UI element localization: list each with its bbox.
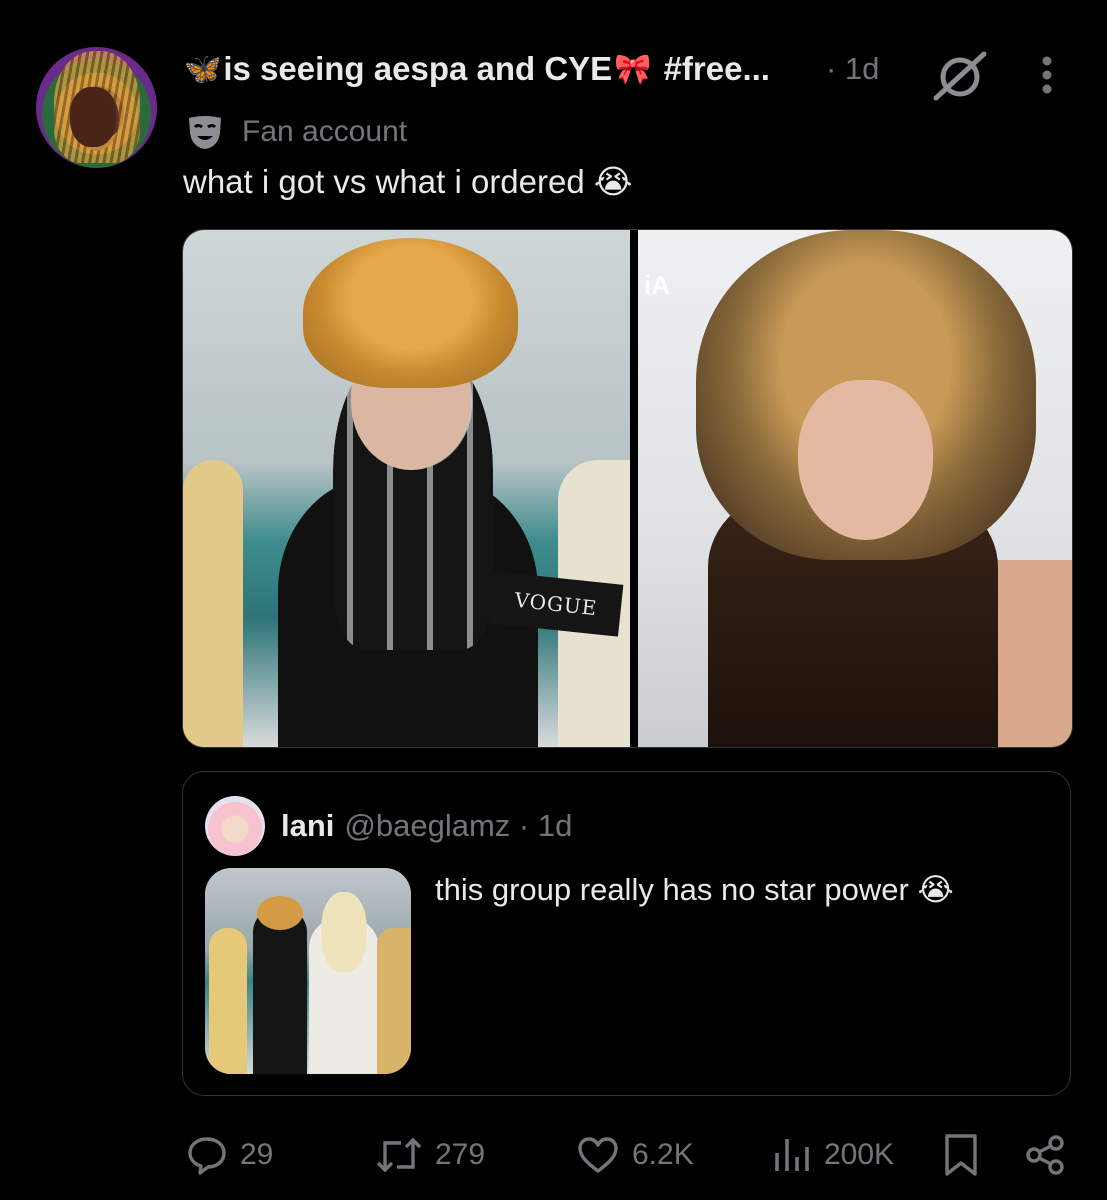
repost-button[interactable]: 279 xyxy=(375,1130,485,1180)
view-count: 200K xyxy=(824,1138,895,1171)
grok-icon[interactable] xyxy=(932,50,988,102)
like-button[interactable]: 6.2K xyxy=(576,1130,694,1180)
account-label: Fan account xyxy=(186,112,407,152)
post-text: what i got vs what i ordered 😭 xyxy=(183,163,633,200)
thumb-fur-hat xyxy=(257,896,303,930)
fur-hat xyxy=(303,238,518,388)
photo-person-face xyxy=(798,380,933,540)
background-sign: iA xyxy=(644,270,670,300)
thumb-person xyxy=(253,908,307,1074)
quoted-post[interactable]: lani @baeglamz · 1d this group really ha… xyxy=(182,771,1071,1096)
share-icon xyxy=(1026,1135,1064,1175)
quoted-media-thumbnail[interactable] xyxy=(205,868,411,1074)
post-media[interactable]: VOGUE iA xyxy=(182,229,1073,748)
views-icon xyxy=(775,1139,809,1171)
post-header: 🦋 is seeing aespa and CYE 🎀 #free... xyxy=(184,46,770,92)
repost-icon xyxy=(376,1137,422,1173)
fan-account-mask-icon xyxy=(189,116,221,149)
butterfly-emoji: 🦋 xyxy=(184,51,222,87)
reply-count: 29 xyxy=(240,1138,274,1171)
thumb-person xyxy=(377,928,411,1074)
media-photo-left[interactable]: VOGUE xyxy=(183,230,630,747)
more-icon[interactable] xyxy=(1036,54,1058,96)
like-count: 6.2K xyxy=(632,1138,694,1171)
media-photo-right[interactable]: iA xyxy=(638,230,1072,747)
account-label-text: Fan account xyxy=(242,115,408,148)
thumb-person xyxy=(209,928,247,1074)
reply-button[interactable]: 29 xyxy=(186,1130,273,1180)
repost-count: 279 xyxy=(435,1138,486,1171)
bookmark-button[interactable] xyxy=(943,1130,991,1180)
views-button[interactable]: 200K xyxy=(772,1130,894,1180)
author-avatar[interactable] xyxy=(36,47,157,168)
quoted-author-avatar[interactable] xyxy=(205,796,265,856)
thumb-person-hair xyxy=(321,892,367,972)
author-display-name[interactable]: 🦋 is seeing aespa and CYE 🎀 #free... xyxy=(184,50,770,88)
quoted-author-name[interactable]: lani xyxy=(281,808,334,844)
like-icon xyxy=(578,1137,618,1173)
ribbon-emoji: 🎀 xyxy=(614,51,652,87)
post-timestamp[interactable]: · 1d xyxy=(826,46,879,92)
bookmark-icon xyxy=(945,1134,977,1176)
reply-icon xyxy=(188,1137,226,1175)
display-name-suffix: #free... xyxy=(663,50,770,87)
quoted-author-handle-time: @baeglamz · 1d xyxy=(344,808,573,843)
avatar-face xyxy=(70,87,116,147)
photo-person xyxy=(183,460,243,747)
display-name-text: is seeing aespa and CYE xyxy=(223,50,613,87)
share-button[interactable] xyxy=(1024,1130,1078,1180)
post-actions: 29 279 6.2K 200K xyxy=(0,1130,1107,1180)
quoted-post-text: this group really has no star power 😭 xyxy=(435,872,954,907)
quoted-post-header: lani @baeglamz · 1d xyxy=(281,804,572,848)
post[interactable]: 🦋 is seeing aespa and CYE 🎀 #free... · 1… xyxy=(0,0,1107,1200)
